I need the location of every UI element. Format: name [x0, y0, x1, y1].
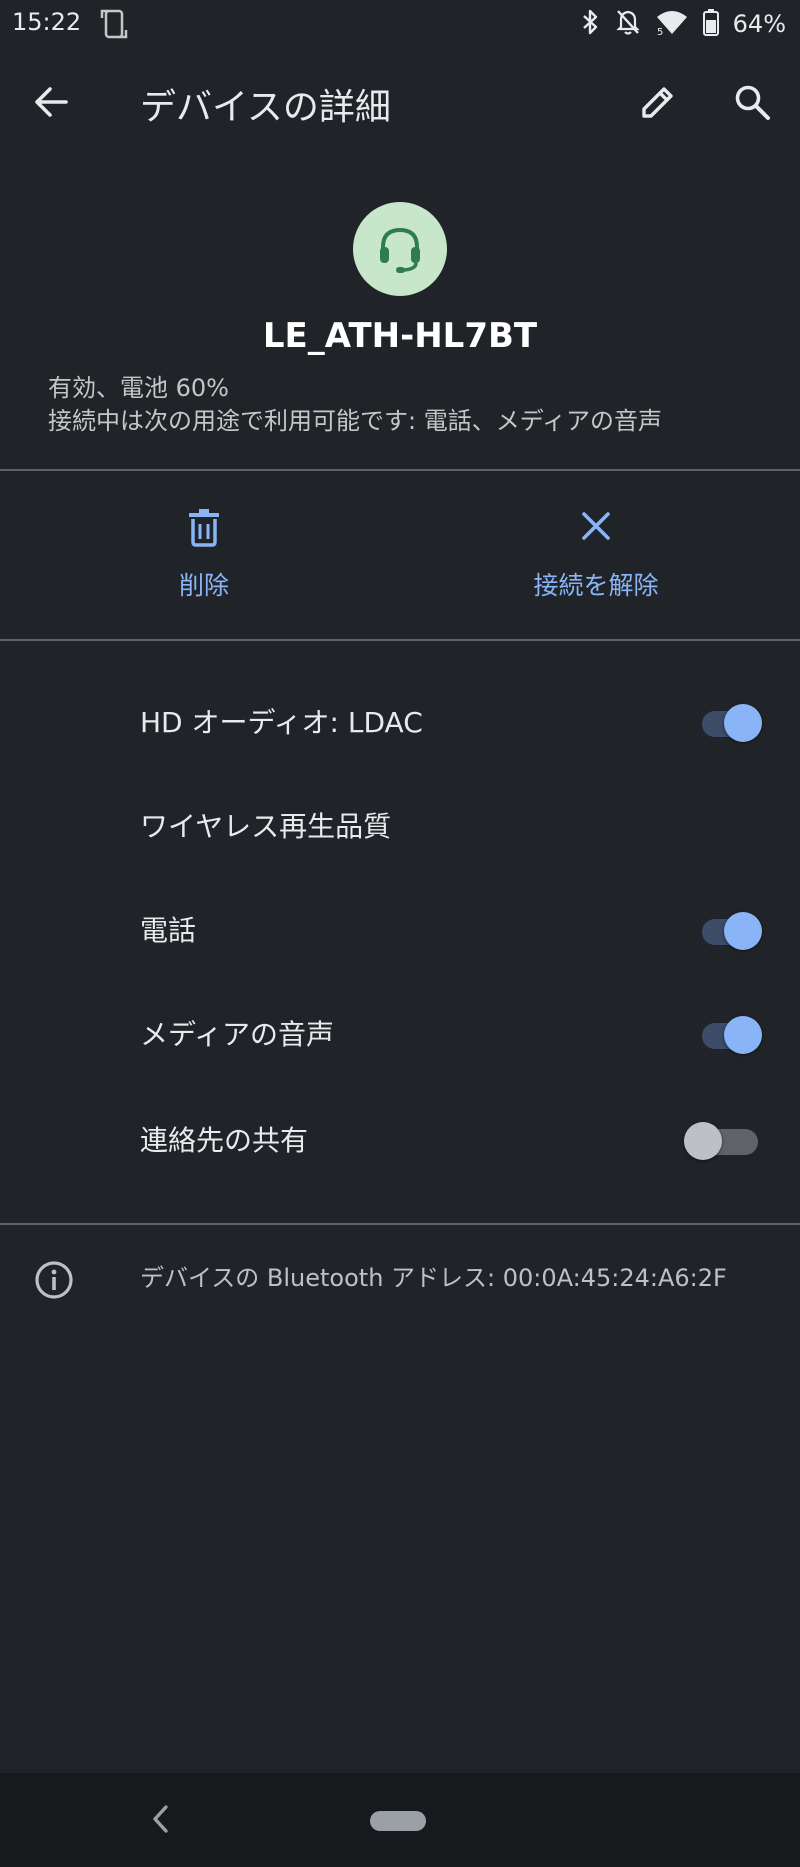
- bluetooth-icon: [581, 8, 601, 40]
- device-name: LE_ATH-HL7BT: [262, 316, 538, 356]
- media-audio-row[interactable]: メディアの音声: [0, 983, 800, 1087]
- phone-audio-row[interactable]: 電話: [0, 879, 800, 983]
- device-status: 有効、電池 60% 接続中は次の用途で利用可能です: 電話、メディアの音声: [48, 372, 662, 438]
- media-audio-toggle[interactable]: [698, 1015, 764, 1055]
- disconnect-button[interactable]: 接続を解除: [516, 506, 676, 610]
- hd-audio-toggle[interactable]: [698, 703, 764, 743]
- back-button[interactable]: [30, 80, 74, 124]
- media-audio-label: メディアの音声: [140, 1018, 335, 1051]
- status-icons: 5 64%: [581, 8, 786, 40]
- contact-sharing-toggle[interactable]: [684, 1121, 764, 1161]
- toggle-thumb: [684, 1122, 722, 1160]
- contact-sharing-label: 連絡先の共有: [140, 1124, 309, 1157]
- status-time: 15:22: [12, 8, 82, 36]
- wireless-quality-row[interactable]: ワイヤレス再生品質: [0, 775, 800, 879]
- trash-icon: [189, 509, 219, 547]
- bluetooth-address: デバイスの Bluetooth アドレス: 00:0A:45:24:A6:2F: [140, 1264, 727, 1292]
- delete-label: 削除: [178, 571, 229, 600]
- phone-audio-label: 電話: [140, 914, 197, 947]
- notifications-off-icon: [615, 8, 641, 40]
- search-icon: [735, 85, 770, 120]
- edit-button[interactable]: [636, 80, 680, 124]
- headset-icon: [380, 227, 420, 273]
- wifi-icon: 5: [655, 8, 689, 40]
- close-icon: [582, 512, 610, 540]
- svg-text:5: 5: [657, 27, 663, 36]
- disconnect-label: 接続を解除: [533, 571, 659, 600]
- contact-sharing-row[interactable]: 連絡先の共有: [0, 1089, 800, 1193]
- back-arrow-icon: [35, 87, 68, 117]
- search-button[interactable]: [730, 80, 774, 124]
- device-status-battery: 有効、電池 60%: [48, 374, 229, 402]
- divider: [0, 469, 800, 471]
- device-avatar: [353, 202, 447, 296]
- battery-percent: 64%: [732, 10, 786, 38]
- device-status-usage: 接続中は次の用途で利用可能です: 電話、メディアの音声: [48, 407, 663, 435]
- wireless-quality-label: ワイヤレス再生品質: [140, 810, 392, 843]
- nav-home-pill[interactable]: [370, 1811, 426, 1831]
- nav-back-icon: [153, 1805, 168, 1833]
- toggle-thumb: [724, 1016, 762, 1054]
- page-title: デバイスの詳細: [140, 87, 391, 128]
- toggle-thumb: [724, 912, 762, 950]
- toggle-thumb: [724, 704, 762, 742]
- info-icon: [35, 1261, 73, 1299]
- divider: [0, 1223, 800, 1225]
- nav-back-button[interactable]: [146, 1799, 176, 1839]
- status-bar: 15:22 5 64%: [0, 0, 800, 50]
- edit-pencil-icon: [642, 87, 673, 118]
- delete-button[interactable]: 削除: [144, 506, 264, 610]
- divider: [0, 639, 800, 641]
- phone-audio-toggle[interactable]: [698, 911, 764, 951]
- battery-icon: [702, 8, 719, 40]
- app-bar: デバイスの詳細: [0, 60, 800, 144]
- navigation-bar: [0, 1773, 800, 1867]
- screenshot-icon: [100, 8, 128, 44]
- hd-audio-label: HD オーディオ: LDAC: [140, 706, 423, 739]
- hd-audio-row[interactable]: HD オーディオ: LDAC: [0, 671, 800, 775]
